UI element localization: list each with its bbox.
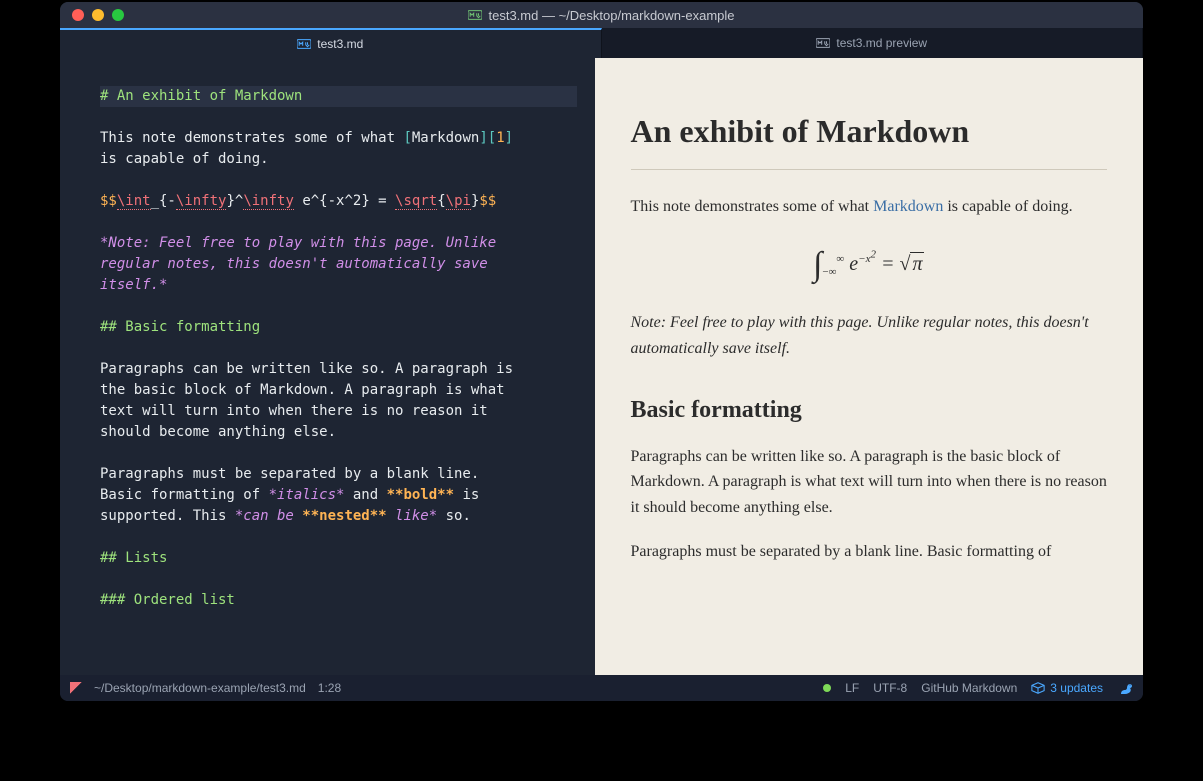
status-squirrel-icon[interactable] — [1117, 680, 1133, 696]
editor-heading-ordered: ### Ordered list — [100, 592, 235, 608]
git-status-icon — [823, 684, 831, 692]
editor-heading-lists: ## Lists — [100, 550, 167, 566]
file-icon — [70, 682, 82, 694]
tab-preview[interactable]: test3.md preview — [602, 28, 1144, 58]
editor-text: is capable of doing. — [100, 151, 269, 167]
preview-equation: ∫−∞∞ e−x2 = √π — [631, 238, 1108, 292]
window-title-text: test3.md — ~/Desktop/markdown-example — [488, 8, 734, 23]
editor-heading1: # An exhibit of Markdown — [100, 88, 302, 104]
tab-bar: test3.md test3.md preview — [60, 28, 1143, 58]
editor-window: test3.md — ~/Desktop/markdown-example te… — [60, 2, 1143, 701]
status-encoding[interactable]: UTF-8 — [873, 681, 907, 695]
status-updates[interactable]: 3 updates — [1031, 681, 1103, 695]
editor-heading2: ## Basic formatting — [100, 319, 260, 335]
preview-h1: An exhibit of Markdown — [631, 106, 1108, 157]
editor-note: *Note: Feel free to play with this page.… — [100, 235, 496, 251]
titlebar[interactable]: test3.md — ~/Desktop/markdown-example — [60, 2, 1143, 28]
status-filepath[interactable]: ~/Desktop/markdown-example/test3.md — [94, 681, 306, 695]
status-grammar[interactable]: GitHub Markdown — [921, 681, 1017, 695]
editor-text: This note demonstrates some of what — [100, 130, 403, 146]
markdown-icon — [816, 36, 830, 50]
preview-note: Note: Feel free to play with this page. … — [631, 310, 1108, 361]
preview-paragraph: Paragraphs can be written like so. A par… — [631, 444, 1108, 521]
status-git-indicator[interactable] — [823, 684, 831, 692]
markdown-file-icon — [468, 8, 482, 22]
markdown-preview[interactable]: An exhibit of Markdown This note demonst… — [595, 58, 1144, 675]
preview-divider — [631, 169, 1108, 170]
preview-paragraph: Paragraphs must be separated by a blank … — [631, 539, 1108, 565]
status-cursor-position[interactable]: 1:28 — [318, 681, 341, 695]
preview-link-markdown[interactable]: Markdown — [873, 198, 943, 215]
package-icon — [1031, 681, 1045, 695]
tab-label: test3.md preview — [836, 36, 927, 50]
tab-source[interactable]: test3.md — [60, 28, 602, 58]
status-file-icon[interactable] — [70, 682, 82, 694]
markdown-icon — [297, 37, 311, 51]
preview-paragraph: This note demonstrates some of what Mark… — [631, 194, 1108, 220]
status-bar: ~/Desktop/markdown-example/test3.md 1:28… — [60, 675, 1143, 701]
source-editor[interactable]: # An exhibit of Markdown This note demon… — [60, 58, 595, 675]
tab-label: test3.md — [317, 37, 363, 51]
preview-h2: Basic formatting — [631, 391, 1108, 429]
status-line-ending[interactable]: LF — [845, 681, 859, 695]
split-panes: # An exhibit of Markdown This note demon… — [60, 58, 1143, 675]
window-title: test3.md — ~/Desktop/markdown-example — [60, 8, 1143, 23]
